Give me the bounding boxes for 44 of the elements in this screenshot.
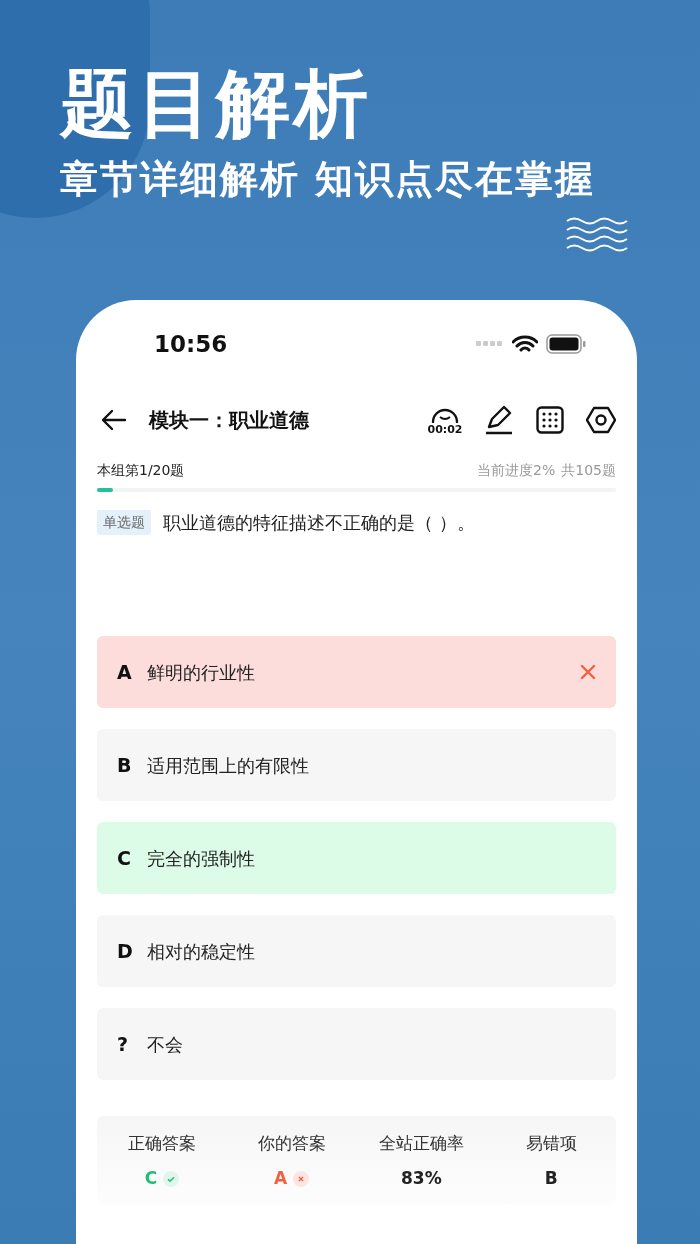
stat-value: C [144, 1167, 158, 1190]
battery-icon [546, 334, 586, 354]
answer-option[interactable]: A 鲜明的行业性 [97, 636, 616, 708]
wave-icon [566, 216, 628, 252]
answer-option[interactable]: B 适用范围上的有限性 [97, 729, 616, 801]
stat-value: 83% [401, 1167, 442, 1190]
stat-value: A [274, 1167, 288, 1190]
option-letter: ? [117, 1031, 130, 1057]
grid-icon[interactable] [536, 406, 564, 434]
option-text: 鲜明的行业性 [147, 660, 255, 685]
close-icon [293, 1170, 310, 1187]
page-title: 模块一：职业道德 [149, 407, 309, 434]
option-text: 不会 [147, 1032, 183, 1057]
percent-label: 当前进度2% [477, 460, 556, 480]
option-letter: A [117, 659, 133, 685]
question-type-tag: 单选题 [97, 510, 151, 535]
question-counter: 本组第1/20题 [97, 460, 185, 480]
wifi-icon [512, 334, 538, 354]
edit-icon[interactable] [484, 405, 514, 435]
check-icon [163, 1170, 180, 1187]
question-text: 职业道德的特征描述不正确的是（ ）。 [163, 511, 475, 535]
settings-icon[interactable] [586, 406, 616, 434]
option-letter: D [117, 938, 134, 964]
answer-option[interactable]: D 相对的稳定性 [97, 915, 616, 987]
status-time: 10:56 [154, 329, 228, 359]
signal-icon [476, 341, 504, 347]
stat-value: B [544, 1167, 558, 1190]
option-text: 完全的强制性 [147, 846, 255, 871]
stat-label: 易错项 [525, 1131, 577, 1155]
stat-label: 全站正确率 [378, 1131, 464, 1155]
option-letter: C [117, 845, 132, 871]
subtitle: 章节详细解析 知识点尽在掌握 [60, 156, 597, 203]
answer-option[interactable]: ? 不会 [97, 1008, 616, 1080]
stat-label: 正确答案 [127, 1131, 196, 1155]
option-text: 相对的稳定性 [147, 939, 255, 964]
option-text: 适用范围上的有限性 [147, 753, 309, 778]
question-total: 共105题 [561, 460, 616, 480]
close-icon [580, 664, 596, 680]
option-letter: B [117, 752, 133, 778]
answer-option[interactable]: C 完全的强制性 [97, 822, 616, 894]
timer-text: 00:02 [427, 422, 463, 436]
back-icon[interactable] [101, 409, 127, 431]
headline: 题目解析 [60, 59, 373, 148]
stat-label: 你的答案 [257, 1131, 326, 1155]
